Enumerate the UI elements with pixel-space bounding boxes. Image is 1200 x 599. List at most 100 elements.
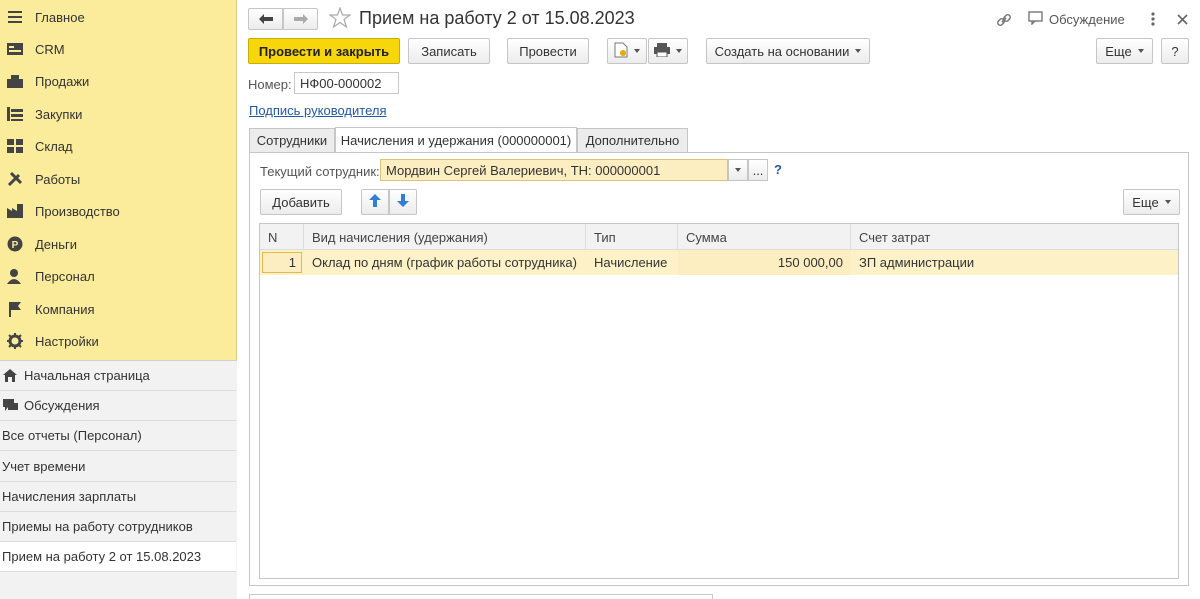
current-employee-field[interactable]: Мордвин Сергей Валериевич, ТН: 000000001	[380, 159, 728, 181]
section-settings[interactable]: Настройки	[0, 325, 236, 357]
row-kind-cell[interactable]: Оклад по дням (график работы сотрудника)	[304, 250, 586, 275]
attach-file-button[interactable]	[607, 38, 647, 64]
column-header-n[interactable]: N	[260, 224, 304, 250]
open-windows-panel: Начальная страница Обсуждения Все отчеты…	[0, 360, 237, 599]
arrow-right-icon	[293, 12, 308, 27]
more-label: Еще	[1105, 43, 1132, 59]
section-label: Продажи	[35, 73, 90, 89]
nav-payroll[interactable]: Начисления зарплаты	[0, 482, 236, 512]
back-button[interactable]	[248, 8, 283, 30]
nav-label: Начисления зарплаты	[2, 489, 137, 504]
current-employee-label: Текущий сотрудник:	[260, 164, 380, 179]
create-based-label: Создать на основании	[714, 43, 850, 59]
tab-employees[interactable]: Сотрудники	[249, 128, 335, 152]
nav-all-reports[interactable]: Все отчеты (Персонал)	[0, 421, 236, 451]
discussion-label: Обсуждение	[1049, 12, 1125, 27]
post-and-close-button[interactable]: Провести и закрыть	[248, 38, 400, 64]
tab-accruals[interactable]: Начисления и удержания (000000001)	[335, 127, 577, 152]
write-button[interactable]: Записать	[408, 38, 490, 64]
section-label: Настройки	[35, 333, 99, 349]
section-production[interactable]: Производство	[0, 195, 236, 227]
home-icon	[2, 368, 18, 384]
document-form: Прием на работу 2 от 15.08.2023 Обсужден…	[237, 0, 1200, 599]
table-row[interactable]: 1 Оклад по дням (график работы сотрудник…	[260, 250, 1178, 275]
chat-icon	[2, 398, 18, 414]
gear-icon	[6, 332, 24, 350]
section-crm[interactable]: CRM	[0, 33, 236, 65]
nav-discussions[interactable]: Обсуждения	[0, 391, 236, 421]
nav-time-tracking[interactable]: Учет времени	[0, 452, 236, 482]
section-personnel[interactable]: Персонал	[0, 260, 236, 292]
comment-field[interactable]	[249, 594, 713, 599]
chevron-down-icon	[1164, 200, 1171, 204]
link-icon[interactable]	[996, 12, 1012, 31]
sales-icon	[6, 72, 24, 90]
section-sales[interactable]: Продажи	[0, 65, 236, 97]
section-company[interactable]: Компания	[0, 293, 236, 325]
flag-icon	[6, 300, 24, 318]
employee-help-link[interactable]: ?	[774, 162, 782, 177]
column-header-sum[interactable]: Сумма	[678, 224, 851, 250]
row-account-cell[interactable]: ЗП администрации	[851, 250, 1178, 275]
section-label: Персонал	[35, 268, 95, 284]
help-button[interactable]: ?	[1161, 38, 1189, 64]
purchases-icon	[6, 105, 24, 123]
add-row-button[interactable]: Добавить	[260, 189, 342, 215]
nav-label: Приемы на работу сотрудников	[2, 519, 193, 534]
table-more-button[interactable]: Еще	[1123, 189, 1180, 215]
chat-bubble-icon	[1028, 11, 1044, 28]
table-header: N Вид начисления (удержания) Тип Сумма С…	[260, 224, 1178, 250]
file-icon	[614, 42, 628, 61]
section-works[interactable]: Работы	[0, 163, 236, 195]
money-icon: P	[6, 235, 24, 253]
number-field[interactable]: НФ00-000002	[294, 72, 399, 94]
section-money[interactable]: P Деньги	[0, 228, 236, 260]
nav-current-document[interactable]: Прием на работу 2 от 15.08.2023	[0, 542, 236, 572]
print-button[interactable]	[648, 38, 688, 64]
column-header-kind[interactable]: Вид начисления (удержания)	[304, 224, 586, 250]
forward-button[interactable]	[283, 8, 318, 30]
section-label: Склад	[35, 138, 73, 154]
menu-icon	[6, 8, 24, 26]
more-vertical-icon[interactable]	[1150, 11, 1156, 30]
move-up-button[interactable]	[361, 189, 389, 215]
nav-hirings[interactable]: Приемы на работу сотрудников	[0, 512, 236, 542]
favorite-star-icon[interactable]	[328, 6, 352, 32]
more-button[interactable]: Еще	[1096, 38, 1153, 64]
discussion-button[interactable]: Обсуждение	[1028, 11, 1125, 28]
nav-label: Начальная страница	[24, 368, 150, 383]
employee-dropdown-button[interactable]	[728, 159, 748, 181]
post-button[interactable]: Провести	[507, 38, 589, 64]
personnel-icon	[6, 267, 24, 285]
section-purchases[interactable]: Закупки	[0, 98, 236, 130]
row-sum-cell[interactable]: 150 000,00	[678, 250, 851, 275]
arrow-down-icon	[397, 194, 409, 210]
arrow-up-icon	[369, 194, 381, 210]
chevron-down-icon	[1137, 49, 1144, 53]
column-header-type[interactable]: Тип	[586, 224, 678, 250]
row-type-cell[interactable]: Начисление	[586, 250, 678, 275]
chevron-down-icon	[676, 49, 682, 53]
section-warehouse[interactable]: Склад	[0, 130, 236, 162]
close-icon[interactable]	[1177, 13, 1188, 28]
nav-label: Все отчеты (Персонал)	[2, 428, 142, 443]
create-based-on-button[interactable]: Создать на основании	[706, 38, 870, 64]
section-label: CRM	[35, 41, 65, 57]
section-label: Закупки	[35, 106, 83, 122]
chevron-down-icon	[634, 49, 640, 53]
nav-label: Прием на работу 2 от 15.08.2023	[2, 549, 202, 564]
column-header-account[interactable]: Счет затрат	[851, 224, 1178, 250]
arrow-left-icon	[258, 12, 273, 27]
section-label: Главное	[35, 9, 85, 25]
nav-home[interactable]: Начальная страница	[0, 361, 236, 391]
page-title: Прием на работу 2 от 15.08.2023	[359, 8, 635, 28]
section-label: Производство	[35, 203, 120, 219]
printer-icon	[654, 42, 670, 60]
row-number-cell[interactable]: 1	[262, 252, 302, 273]
manager-signature-link[interactable]: Подпись руководителя	[249, 103, 387, 118]
tab-additional[interactable]: Дополнительно	[577, 128, 688, 152]
section-main[interactable]: Главное	[0, 1, 236, 33]
section-label: Компания	[35, 301, 95, 317]
employee-select-button[interactable]: ...	[748, 159, 768, 181]
move-down-button[interactable]	[389, 189, 417, 215]
